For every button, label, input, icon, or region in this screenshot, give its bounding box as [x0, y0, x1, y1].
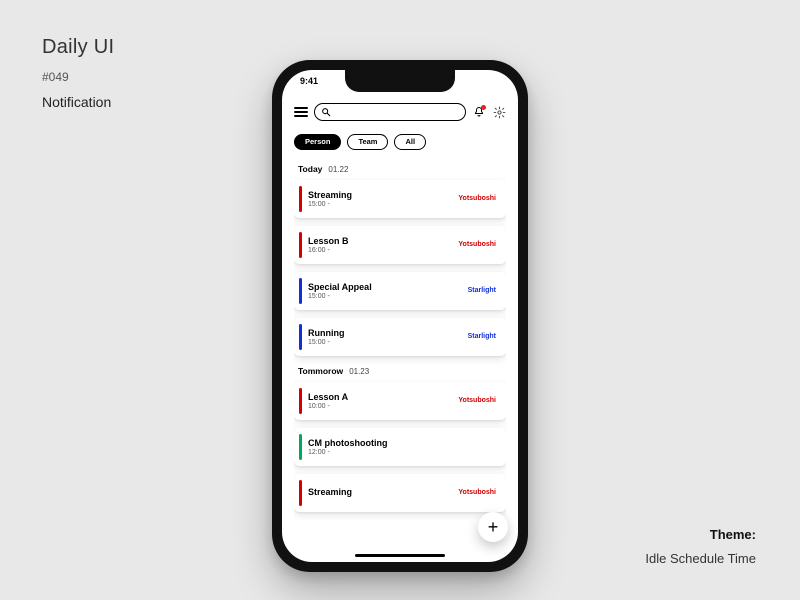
schedule-card[interactable]: CM photoshooting12:00 -: [294, 428, 506, 466]
card-time: 10:00 -: [308, 403, 348, 410]
notification-icon[interactable]: [472, 105, 486, 119]
filter-chip-all[interactable]: All: [394, 134, 426, 150]
schedule-card[interactable]: Running15:00 - Starlight: [294, 318, 506, 356]
phone-screen: 9:41 Person Team All: [282, 70, 518, 562]
schedule-card[interactable]: Lesson B16:00 - Yotsuboshi: [294, 226, 506, 264]
card-stripe: [299, 232, 302, 258]
card-tag: Starlight: [468, 287, 496, 294]
card-stripe: [299, 434, 302, 460]
schedule-list[interactable]: Today01.22Streaming15:00 -YotsuboshiLess…: [294, 164, 506, 563]
section-day: Tommorow: [298, 366, 343, 376]
search-input[interactable]: [314, 103, 466, 121]
card-title: CM photoshooting: [308, 438, 387, 448]
card-time: 12:00 -: [308, 449, 387, 456]
filter-chip-person[interactable]: Person: [294, 134, 341, 150]
schedule-card[interactable]: Streaming Yotsuboshi: [294, 474, 506, 512]
filter-chip-team[interactable]: Team: [347, 134, 388, 150]
card-title: Special Appeal: [308, 282, 372, 292]
notification-badge: [481, 105, 486, 110]
status-time: 9:41: [300, 76, 318, 86]
card-stripe: [299, 480, 302, 506]
card-time: 15:00 -: [308, 339, 345, 346]
card-stripe: [299, 278, 302, 304]
menu-icon[interactable]: [294, 107, 308, 116]
card-stripe: [299, 324, 302, 350]
schedule-card[interactable]: Lesson A10:00 - Yotsuboshi: [294, 382, 506, 420]
section-date: 01.23: [349, 367, 369, 376]
phone-frame: 9:41 Person Team All: [272, 60, 528, 572]
section-date: 01.22: [328, 165, 348, 174]
card-title: Streaming: [308, 190, 352, 200]
section-day: Today: [298, 164, 322, 174]
settings-icon[interactable]: [492, 105, 506, 119]
theme-label: Theme:: [710, 527, 756, 542]
card-time: 15:00 -: [308, 201, 352, 208]
app-content: PersonTeamAll Today01.22Streaming15:00 -…: [282, 70, 518, 562]
card-tag: Yotsuboshi: [458, 397, 496, 404]
page-number: #049: [42, 70, 69, 84]
section-header: Tommorow 01.23: [298, 366, 506, 376]
theme-value: Idle Schedule Time: [645, 551, 756, 566]
page-subtitle: Notification: [42, 94, 111, 110]
schedule-card[interactable]: Special Appeal15:00 - Starlight: [294, 272, 506, 310]
filter-chips: Person Team All: [294, 134, 506, 150]
card-tag: Yotsuboshi: [458, 489, 496, 496]
card-stripe: [299, 186, 302, 212]
schedule-card[interactable]: Streaming15:00 - Yotsuboshi: [294, 180, 506, 218]
add-button[interactable]: +: [478, 512, 508, 542]
card-tag: Yotsuboshi: [458, 241, 496, 248]
search-icon: [321, 107, 331, 117]
card-title: Lesson B: [308, 236, 349, 246]
search-field[interactable]: [335, 108, 459, 117]
card-time: 15:00 -: [308, 293, 372, 300]
home-indicator: [355, 554, 445, 558]
card-title: Streaming: [308, 487, 352, 497]
card-stripe: [299, 388, 302, 414]
card-tag: Starlight: [468, 333, 496, 340]
topbar: [294, 100, 506, 124]
card-title: Running: [308, 328, 345, 338]
card-title: Lesson A: [308, 392, 348, 402]
card-tag: Yotsuboshi: [458, 195, 496, 202]
page-title: Daily UI: [42, 36, 114, 59]
phone-notch: [345, 70, 455, 92]
card-time: 16:00 -: [308, 247, 349, 254]
section-header: Today 01.22: [298, 164, 506, 174]
